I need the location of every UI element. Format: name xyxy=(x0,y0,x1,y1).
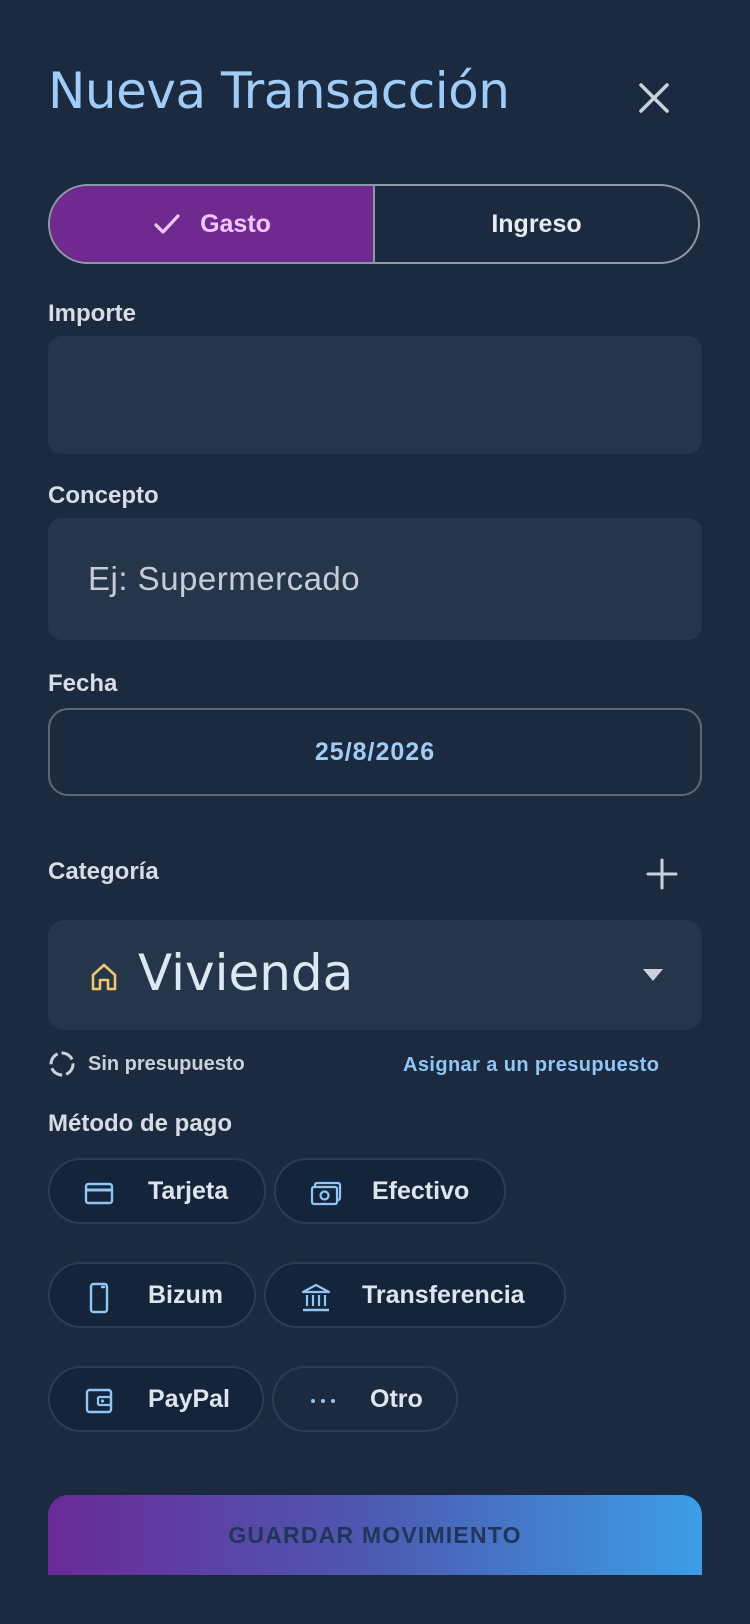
amount-label: Importe xyxy=(48,300,137,327)
payment-method-efectivo[interactable]: Efectivo xyxy=(274,1158,506,1224)
payment-method-label-efectivo: Efectivo xyxy=(372,1176,470,1205)
house-icon xyxy=(91,963,117,991)
transaction-sheet: Nueva Transacción Gasto Ingreso Importe … xyxy=(0,0,750,1624)
check-icon xyxy=(154,214,180,234)
page-title: Nueva Transacción xyxy=(48,62,510,120)
close-button[interactable] xyxy=(630,74,678,122)
transaction-type-toggle: Gasto Ingreso xyxy=(48,184,700,264)
wallet-icon xyxy=(85,1388,113,1414)
payment-method-transferencia[interactable]: Transferencia xyxy=(264,1262,566,1328)
category-select[interactable]: Vivienda xyxy=(48,920,702,1030)
save-button-label: GUARDAR MOVIMIENTO xyxy=(228,1521,522,1548)
close-icon xyxy=(639,83,669,113)
cash-icon xyxy=(310,1181,342,1206)
payment-method-label-paypal: PayPal xyxy=(148,1384,231,1413)
concept-input[interactable]: Ej: Supermercado xyxy=(48,518,702,640)
chevron-down-icon xyxy=(643,969,663,981)
payment-method-tarjeta[interactable]: Tarjeta xyxy=(48,1158,266,1224)
payment-method-label-otro: Otro xyxy=(370,1384,423,1413)
more-icon xyxy=(311,1399,335,1403)
payment-method-label-tarjeta: Tarjeta xyxy=(148,1176,229,1205)
date-label: Fecha xyxy=(48,670,118,697)
payment-method-label-transferencia: Transferencia xyxy=(362,1280,525,1309)
budget-status: Sin presupuesto xyxy=(48,1050,245,1078)
payment-method-label-bizum: Bizum xyxy=(148,1280,223,1309)
expense-label: Gasto xyxy=(200,209,271,238)
category-value: Vivienda xyxy=(138,944,354,1002)
amount-input[interactable] xyxy=(48,336,702,454)
credit-card-icon xyxy=(84,1182,114,1205)
budget-status-text: Sin presupuesto xyxy=(88,1052,245,1075)
payment-method-label: Método de pago xyxy=(48,1110,232,1137)
save-button[interactable]: GUARDAR MOVIMIENTO xyxy=(48,1495,702,1575)
income-label: Ingreso xyxy=(491,209,582,238)
phone-icon xyxy=(89,1282,109,1314)
payment-method-bizum[interactable]: Bizum xyxy=(48,1262,256,1328)
date-value: 25/8/2026 xyxy=(314,737,436,766)
payment-method-otro[interactable]: Otro xyxy=(272,1366,458,1432)
concept-label: Concepto xyxy=(48,482,159,509)
plus-icon xyxy=(646,858,678,890)
concept-placeholder: Ej: Supermercado xyxy=(88,560,361,597)
date-picker[interactable]: 25/8/2026 xyxy=(48,708,702,796)
income-option[interactable]: Ingreso xyxy=(375,186,698,262)
category-label: Categoría xyxy=(48,858,159,885)
add-category-button[interactable] xyxy=(644,856,680,892)
assign-budget-link[interactable]: Asignar a un presupuesto xyxy=(403,1054,659,1077)
progress-ring-icon xyxy=(49,1051,75,1077)
payment-method-paypal[interactable]: PayPal xyxy=(48,1366,264,1432)
expense-option[interactable]: Gasto xyxy=(50,186,375,262)
bank-icon xyxy=(301,1283,331,1312)
